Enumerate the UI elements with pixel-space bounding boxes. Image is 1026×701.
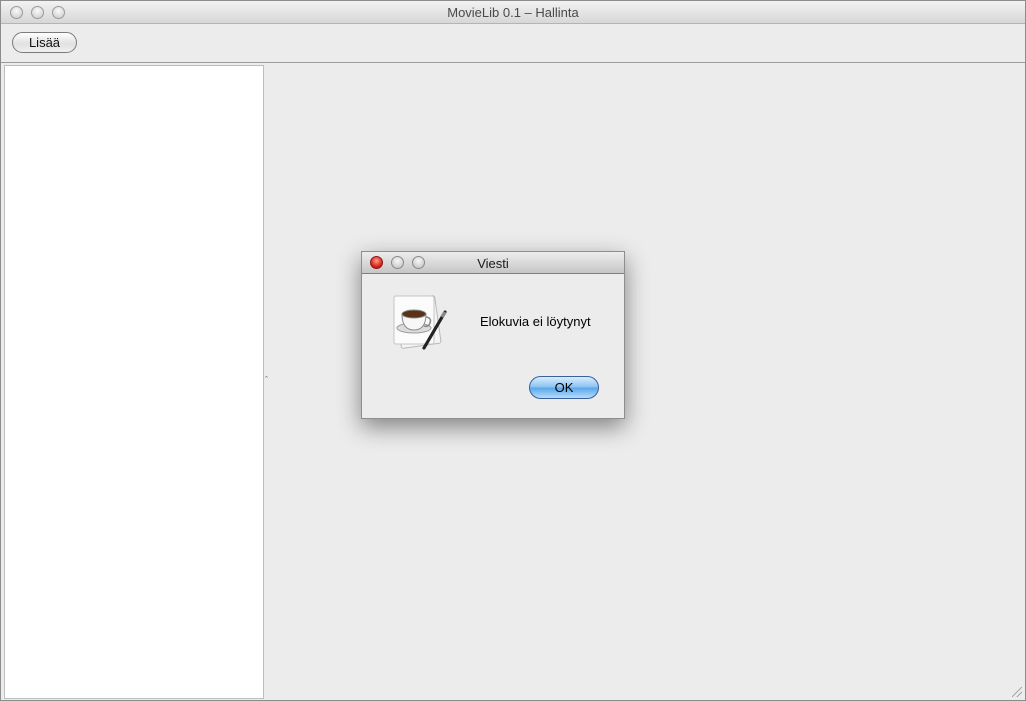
movie-list-panel[interactable] <box>4 65 264 699</box>
dialog-title: Viesti <box>477 256 509 271</box>
java-coffee-cup-icon <box>388 290 452 354</box>
toolbar: Lisää <box>1 24 1025 63</box>
resize-grip-icon[interactable] <box>1012 687 1022 697</box>
message-dialog: Viesti Elokuvia ei löytynyt OK <box>361 251 625 419</box>
window-title: MovieLib 0.1 – Hallinta <box>447 5 579 20</box>
add-button[interactable]: Lisää <box>12 32 77 53</box>
dialog-message: Elokuvia ei löytynyt <box>480 314 591 329</box>
dialog-titlebar[interactable]: Viesti <box>362 252 624 274</box>
split-divider-handle[interactable]: ˆ <box>265 375 268 385</box>
window-titlebar[interactable]: MovieLib 0.1 – Hallinta <box>1 1 1025 24</box>
ok-button[interactable]: OK <box>529 376 599 399</box>
